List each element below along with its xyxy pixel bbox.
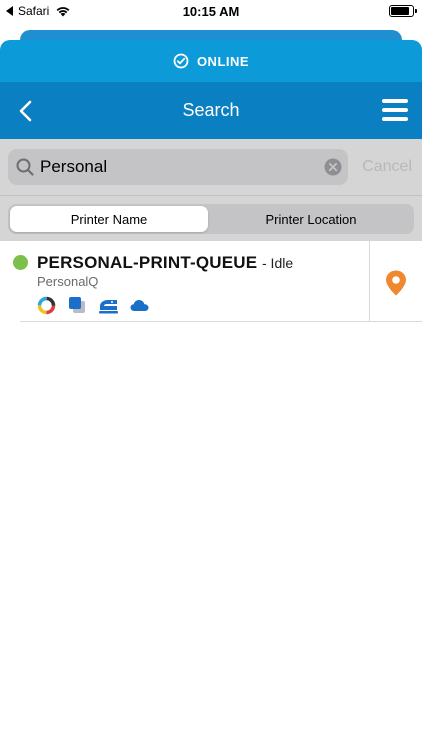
page-title: Search bbox=[182, 100, 240, 120]
row-divider bbox=[20, 321, 422, 322]
status-bar-time: 10:15 AM bbox=[182, 4, 240, 19]
segment-printer-location[interactable]: Printer Location bbox=[210, 206, 412, 232]
battery-icon bbox=[389, 5, 417, 17]
location-button[interactable] bbox=[384, 269, 408, 297]
search-field[interactable] bbox=[8, 149, 348, 185]
check-circle-icon bbox=[173, 53, 189, 69]
clear-search-icon[interactable] bbox=[324, 158, 342, 176]
printer-name: PERSONAL-PRINT-QUEUE bbox=[37, 253, 258, 272]
back-button[interactable] bbox=[16, 100, 36, 122]
search-icon bbox=[16, 158, 34, 176]
stapler-icon bbox=[99, 300, 118, 314]
printer-row[interactable]: PERSONAL-PRINT-QUEUE - Idle PersonalQ bbox=[0, 241, 422, 322]
printer-queue-name: PersonalQ bbox=[37, 274, 99, 289]
search-mode-segmented-control: Printer Name Printer Location bbox=[8, 204, 414, 234]
printer-list: PERSONAL-PRINT-QUEUE - Idle PersonalQ bbox=[0, 241, 422, 322]
battery-level bbox=[391, 7, 409, 15]
menu-button[interactable] bbox=[382, 98, 408, 122]
chevron-left-icon bbox=[19, 100, 32, 122]
cloud-icon bbox=[130, 300, 149, 311]
navigation-bar: Search bbox=[0, 82, 422, 139]
hamburger-menu-icon bbox=[382, 99, 408, 103]
color-print-icon bbox=[37, 296, 56, 315]
search-bar-area: Cancel bbox=[0, 139, 422, 195]
online-status-text: ONLINE bbox=[196, 53, 250, 69]
search-sheet: ONLINE Search Cancel Printer Na bbox=[0, 40, 422, 750]
duplex-icon bbox=[69, 297, 85, 313]
segment-printer-name[interactable]: Printer Name bbox=[10, 206, 208, 232]
status-bar: Safari 10:15 AM bbox=[0, 0, 422, 24]
cancel-button[interactable]: Cancel bbox=[362, 158, 412, 176]
printer-status-dot bbox=[13, 255, 28, 270]
search-input[interactable] bbox=[40, 155, 320, 179]
printer-status: - Idle bbox=[262, 255, 294, 271]
hamburger-menu-icon-line bbox=[382, 108, 408, 112]
online-banner: ONLINE bbox=[0, 40, 422, 82]
search-mode-area: Printer Name Printer Location bbox=[0, 195, 422, 241]
printer-capabilities bbox=[36, 295, 150, 316]
hamburger-menu-icon-line bbox=[382, 117, 408, 121]
location-divider bbox=[369, 241, 370, 322]
